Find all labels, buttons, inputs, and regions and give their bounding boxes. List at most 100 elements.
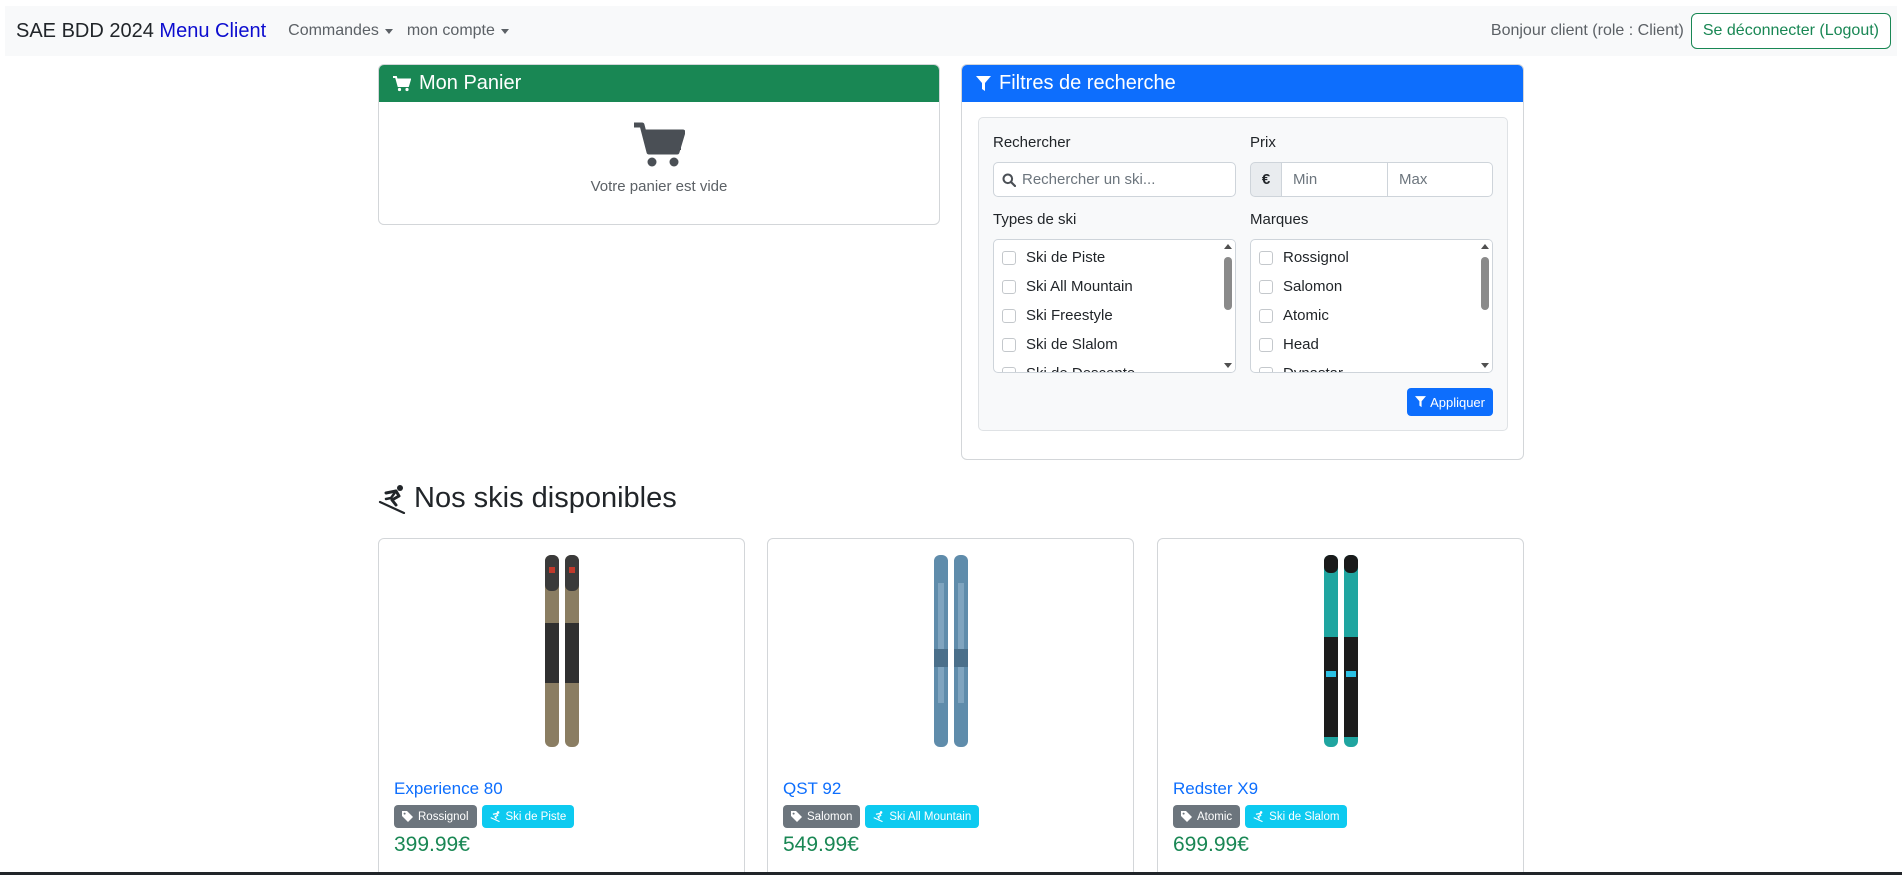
- type-option[interactable]: Ski de Slalom: [994, 330, 1235, 359]
- type-option-label: Ski All Mountain: [1026, 278, 1133, 295]
- cart-card: Mon Panier Votre panier est vide: [378, 64, 940, 225]
- currency-addon: €: [1250, 162, 1282, 197]
- filter-icon: [976, 75, 991, 91]
- brand-badge-label: Salomon: [807, 810, 853, 823]
- brand-checkbox[interactable]: [1259, 308, 1273, 323]
- product-price: 549.99€: [783, 833, 859, 856]
- type-checkbox[interactable]: [1002, 250, 1016, 265]
- types-label: Types de ski: [993, 211, 1077, 228]
- logout-button[interactable]: Se déconnecter (Logout): [1690, 13, 1891, 49]
- scroll-up-arrow-icon[interactable]: [1481, 244, 1489, 249]
- scroll-up-arrow-icon[interactable]: [1224, 244, 1232, 249]
- brand-option-label: Rossignol: [1283, 249, 1349, 266]
- type-badge-label: Ski All Mountain: [889, 810, 972, 823]
- search-field[interactable]: [993, 162, 1236, 197]
- scroll-down-arrow-icon[interactable]: [1224, 363, 1232, 368]
- caret-down-icon: [500, 28, 509, 34]
- brand-option[interactable]: Head: [1251, 330, 1492, 359]
- product-price: 699.99€: [1173, 833, 1249, 856]
- cart-empty-text: Votre panier est vide: [590, 178, 728, 195]
- ski-image: [544, 555, 579, 747]
- brands-scrollbar[interactable]: [1478, 240, 1492, 372]
- type-badge: Ski de Slalom: [1245, 805, 1348, 828]
- cart-header: Mon Panier: [379, 65, 939, 102]
- product-name[interactable]: Redster X9: [1173, 779, 1258, 799]
- mon-compte-dropdown[interactable]: mon compte: [407, 22, 509, 40]
- caret-down-icon: [384, 28, 393, 34]
- search-label: Rechercher: [993, 134, 1071, 151]
- product-name[interactable]: Experience 80: [394, 779, 503, 799]
- brands-list[interactable]: Rossignol Salomon Atomic Head Dynastar: [1250, 239, 1493, 373]
- brand-checkbox[interactable]: [1259, 337, 1273, 352]
- type-option-label: Ski de Slalom: [1026, 336, 1118, 353]
- brand-option[interactable]: Salomon: [1251, 272, 1492, 301]
- product-card[interactable]: QST 92 Salomon Ski All Mountain 549.99€: [767, 538, 1134, 875]
- type-option[interactable]: Ski de Descente: [994, 359, 1235, 372]
- scrollbar-thumb[interactable]: [1481, 257, 1489, 310]
- type-checkbox[interactable]: [1002, 366, 1016, 372]
- brand-option[interactable]: Atomic: [1251, 301, 1492, 330]
- filters-panel: Rechercher Prix € Types de ski Marques S…: [978, 117, 1508, 431]
- brand-menu-link[interactable]: Menu Client: [159, 20, 266, 42]
- price-max-input[interactable]: [1388, 162, 1493, 197]
- price-min-input[interactable]: [1282, 162, 1388, 197]
- ski-image: [933, 555, 968, 747]
- product-card[interactable]: Experience 80 Rossignol Ski de Piste 399…: [378, 538, 745, 875]
- type-checkbox[interactable]: [1002, 337, 1016, 352]
- filters-header: Filtres de recherche: [962, 65, 1523, 102]
- commandes-label[interactable]: Commandes: [288, 22, 379, 40]
- tag-icon: [402, 811, 413, 822]
- products-section-title: Nos skis disponibles: [378, 482, 677, 515]
- type-option[interactable]: Ski de Piste: [994, 243, 1235, 272]
- type-option-label: Ski de Piste: [1026, 249, 1106, 266]
- brand-badge: Rossignol: [394, 805, 477, 828]
- type-checkbox[interactable]: [1002, 279, 1016, 294]
- brand-option[interactable]: Rossignol: [1251, 243, 1492, 272]
- scroll-down-arrow-icon[interactable]: [1481, 363, 1489, 368]
- brand-title[interactable]: SAE BDD 2024: [16, 20, 154, 42]
- product-image[interactable]: [1158, 553, 1523, 749]
- scrollbar-thumb[interactable]: [1224, 257, 1232, 310]
- skier-icon: [490, 811, 500, 822]
- type-option[interactable]: Ski All Mountain: [994, 272, 1235, 301]
- brand-checkbox[interactable]: [1259, 250, 1273, 265]
- mon-compte-label[interactable]: mon compte: [407, 22, 495, 40]
- brand-checkbox[interactable]: [1259, 279, 1273, 294]
- navbar-brand[interactable]: SAE BDD 2024 Menu Client: [16, 20, 266, 43]
- product-price: 399.99€: [394, 833, 470, 856]
- types-list[interactable]: Ski de Piste Ski All Mountain Ski Freest…: [993, 239, 1236, 373]
- commandes-dropdown[interactable]: Commandes: [288, 22, 393, 40]
- user-greeting: Bonjour client (role : Client): [1490, 22, 1684, 39]
- top-navbar: SAE BDD 2024 Menu Client Commandes mon c…: [5, 6, 1897, 56]
- type-option-label: Ski de Descente: [1026, 365, 1135, 372]
- price-range: €: [1250, 162, 1493, 197]
- product-image[interactable]: [768, 553, 1133, 749]
- product-image[interactable]: [379, 553, 744, 749]
- brand-option[interactable]: Dynastar: [1251, 359, 1492, 372]
- brand-option-label: Salomon: [1283, 278, 1343, 295]
- type-badge-label: Ski de Piste: [505, 810, 567, 823]
- brand-badge-label: Rossignol: [418, 810, 469, 823]
- apply-label[interactable]: Appliquer: [1430, 395, 1485, 410]
- brand-badge: Salomon: [783, 805, 861, 828]
- brand-badge-label: Atomic: [1197, 810, 1233, 823]
- search-input[interactable]: [1022, 171, 1222, 188]
- brands-label: Marques: [1250, 211, 1309, 228]
- type-badge-label: Ski de Slalom: [1269, 810, 1340, 823]
- cart-icon: [393, 75, 411, 91]
- apply-filters-button[interactable]: Appliquer: [1407, 388, 1493, 416]
- ski-image: [1323, 555, 1358, 747]
- type-checkbox[interactable]: [1002, 308, 1016, 323]
- types-scrollbar[interactable]: [1221, 240, 1235, 372]
- filters-card: Filtres de recherche Rechercher Prix € T…: [961, 64, 1524, 460]
- product-card[interactable]: Redster X9 Atomic Ski de Slalom 699.99€: [1157, 538, 1524, 875]
- product-name[interactable]: QST 92: [783, 779, 841, 799]
- price-label: Prix: [1250, 134, 1276, 151]
- brand-checkbox[interactable]: [1259, 366, 1273, 372]
- type-badge: Ski All Mountain: [865, 805, 980, 828]
- empty-cart-icon: [634, 122, 685, 167]
- tag-icon: [791, 811, 802, 822]
- type-option[interactable]: Ski Freestyle: [994, 301, 1235, 330]
- skier-icon: [378, 484, 406, 514]
- skier-icon: [1253, 811, 1263, 822]
